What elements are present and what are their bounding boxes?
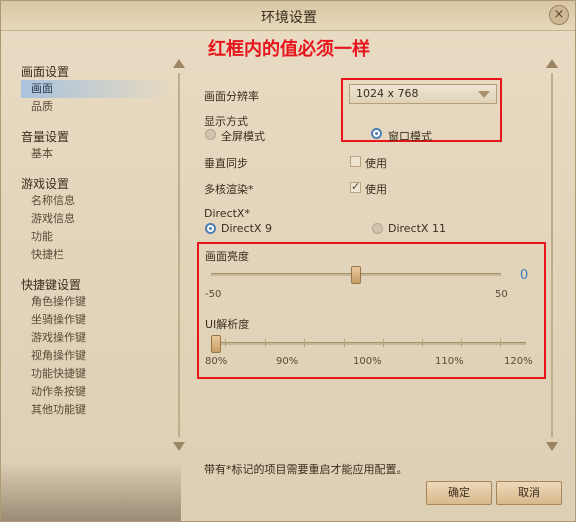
ui-scale-tick bbox=[344, 339, 345, 347]
brightness-label: 画面亮度 bbox=[205, 250, 249, 263]
nav-item-quality[interactable]: 品质 bbox=[21, 98, 171, 116]
ui-scale-tick-80: 80% bbox=[205, 356, 228, 367]
multicore-checkbox[interactable] bbox=[350, 180, 361, 193]
ui-scale-tick bbox=[422, 339, 423, 347]
vsync-option: 使用 bbox=[365, 157, 387, 170]
cancel-button[interactable]: 取消 bbox=[496, 481, 562, 505]
nav-category-game[interactable]: 游戏设置 bbox=[21, 175, 171, 192]
nav-item-quickbar[interactable]: 快捷栏 bbox=[21, 246, 171, 264]
scroll-track[interactable] bbox=[178, 73, 180, 437]
close-button[interactable]: × bbox=[549, 5, 569, 25]
ui-scale-tick bbox=[461, 339, 462, 347]
scroll-track[interactable] bbox=[551, 73, 553, 437]
ui-scale-tick-110: 110% bbox=[435, 356, 464, 367]
brightness-thumb[interactable] bbox=[351, 266, 361, 284]
ui-scale-tick bbox=[304, 339, 305, 347]
title-bar[interactable]: 环境设置 × bbox=[1, 1, 575, 31]
multicore-option: 使用 bbox=[365, 183, 387, 196]
nav-item-game-keys[interactable]: 游戏操作键 bbox=[21, 329, 171, 347]
ui-scale-tick bbox=[265, 339, 266, 347]
brightness-value: 0 bbox=[520, 268, 529, 283]
window-title: 环境设置 bbox=[261, 10, 317, 26]
scroll-down-icon[interactable] bbox=[546, 442, 558, 451]
scroll-up-icon[interactable] bbox=[173, 59, 185, 68]
directx9-radio[interactable] bbox=[205, 223, 216, 234]
brightness-max: 50 bbox=[495, 289, 508, 300]
nav-category-hotkeys[interactable]: 快捷键设置 bbox=[21, 276, 171, 293]
restart-note: 带有*标记的项目需要重启才能应用配置。 bbox=[204, 463, 408, 476]
nav-item-function-hotkeys[interactable]: 功能快捷键 bbox=[21, 365, 171, 383]
nav-item-actionbar-keys[interactable]: 动作条按键 bbox=[21, 383, 171, 401]
nav-item-name-info[interactable]: 名称信息 bbox=[21, 192, 171, 210]
ui-scale-tick-100: 100% bbox=[353, 356, 382, 367]
resolution-label: 画面分辨率 bbox=[204, 90, 259, 103]
ui-scale-track[interactable] bbox=[211, 342, 526, 345]
ui-scale-tick bbox=[500, 339, 501, 347]
fullscreen-label: 全屏模式 bbox=[221, 130, 265, 143]
ui-scale-tick bbox=[225, 339, 226, 347]
left-scrollbar[interactable] bbox=[173, 59, 185, 451]
nav-item-basic[interactable]: 基本 bbox=[21, 145, 171, 163]
settings-window: 环境设置 × 红框内的值必须一样 画面设置 画面 品质 音量设置 基本 游戏设置… bbox=[0, 0, 576, 522]
windowed-radio[interactable] bbox=[371, 128, 382, 139]
brightness-min: -50 bbox=[205, 289, 222, 300]
ui-scale-label: UI解析度 bbox=[205, 318, 250, 331]
multicore-label: 多核渲染* bbox=[204, 183, 254, 196]
nav-item-game-info[interactable]: 游戏信息 bbox=[21, 210, 171, 228]
ui-scale-tick-90: 90% bbox=[276, 356, 299, 367]
scroll-down-icon[interactable] bbox=[173, 442, 185, 451]
scroll-up-icon[interactable] bbox=[546, 59, 558, 68]
vsync-checkbox[interactable] bbox=[350, 156, 361, 167]
directx-label: DirectX* bbox=[204, 207, 250, 220]
nav-category-sound[interactable]: 音量设置 bbox=[21, 128, 171, 145]
left-nav: 画面设置 画面 品质 音量设置 基本 游戏设置 名称信息 游戏信息 功能 快捷栏… bbox=[21, 57, 171, 457]
ui-scale-tick bbox=[383, 339, 384, 347]
nav-item-other-keys[interactable]: 其他功能键 bbox=[21, 401, 171, 419]
nav-item-function[interactable]: 功能 bbox=[21, 228, 171, 246]
nav-item-character-keys[interactable]: 角色操作键 bbox=[21, 293, 171, 311]
nav-item-camera-keys[interactable]: 视角操作键 bbox=[21, 347, 171, 365]
fullscreen-radio[interactable] bbox=[205, 129, 216, 140]
directx9-label: DirectX 9 bbox=[221, 222, 272, 235]
nav-item-screen[interactable]: 画面 bbox=[21, 80, 171, 98]
vsync-label: 垂直同步 bbox=[204, 157, 248, 170]
background-shade bbox=[1, 461, 181, 521]
nav-category-graphics[interactable]: 画面设置 bbox=[21, 63, 171, 80]
directx11-label: DirectX 11 bbox=[388, 222, 446, 235]
ui-scale-thumb[interactable] bbox=[211, 335, 221, 353]
ok-button[interactable]: 确定 bbox=[426, 481, 492, 505]
nav-item-mount-keys[interactable]: 坐骑操作键 bbox=[21, 311, 171, 329]
windowed-label: 窗口模式 bbox=[388, 130, 432, 143]
display-mode-label: 显示方式 bbox=[204, 115, 248, 128]
right-scrollbar[interactable] bbox=[546, 59, 558, 451]
directx11-radio[interactable] bbox=[372, 223, 383, 234]
ui-scale-tick-120: 120% bbox=[504, 356, 533, 367]
